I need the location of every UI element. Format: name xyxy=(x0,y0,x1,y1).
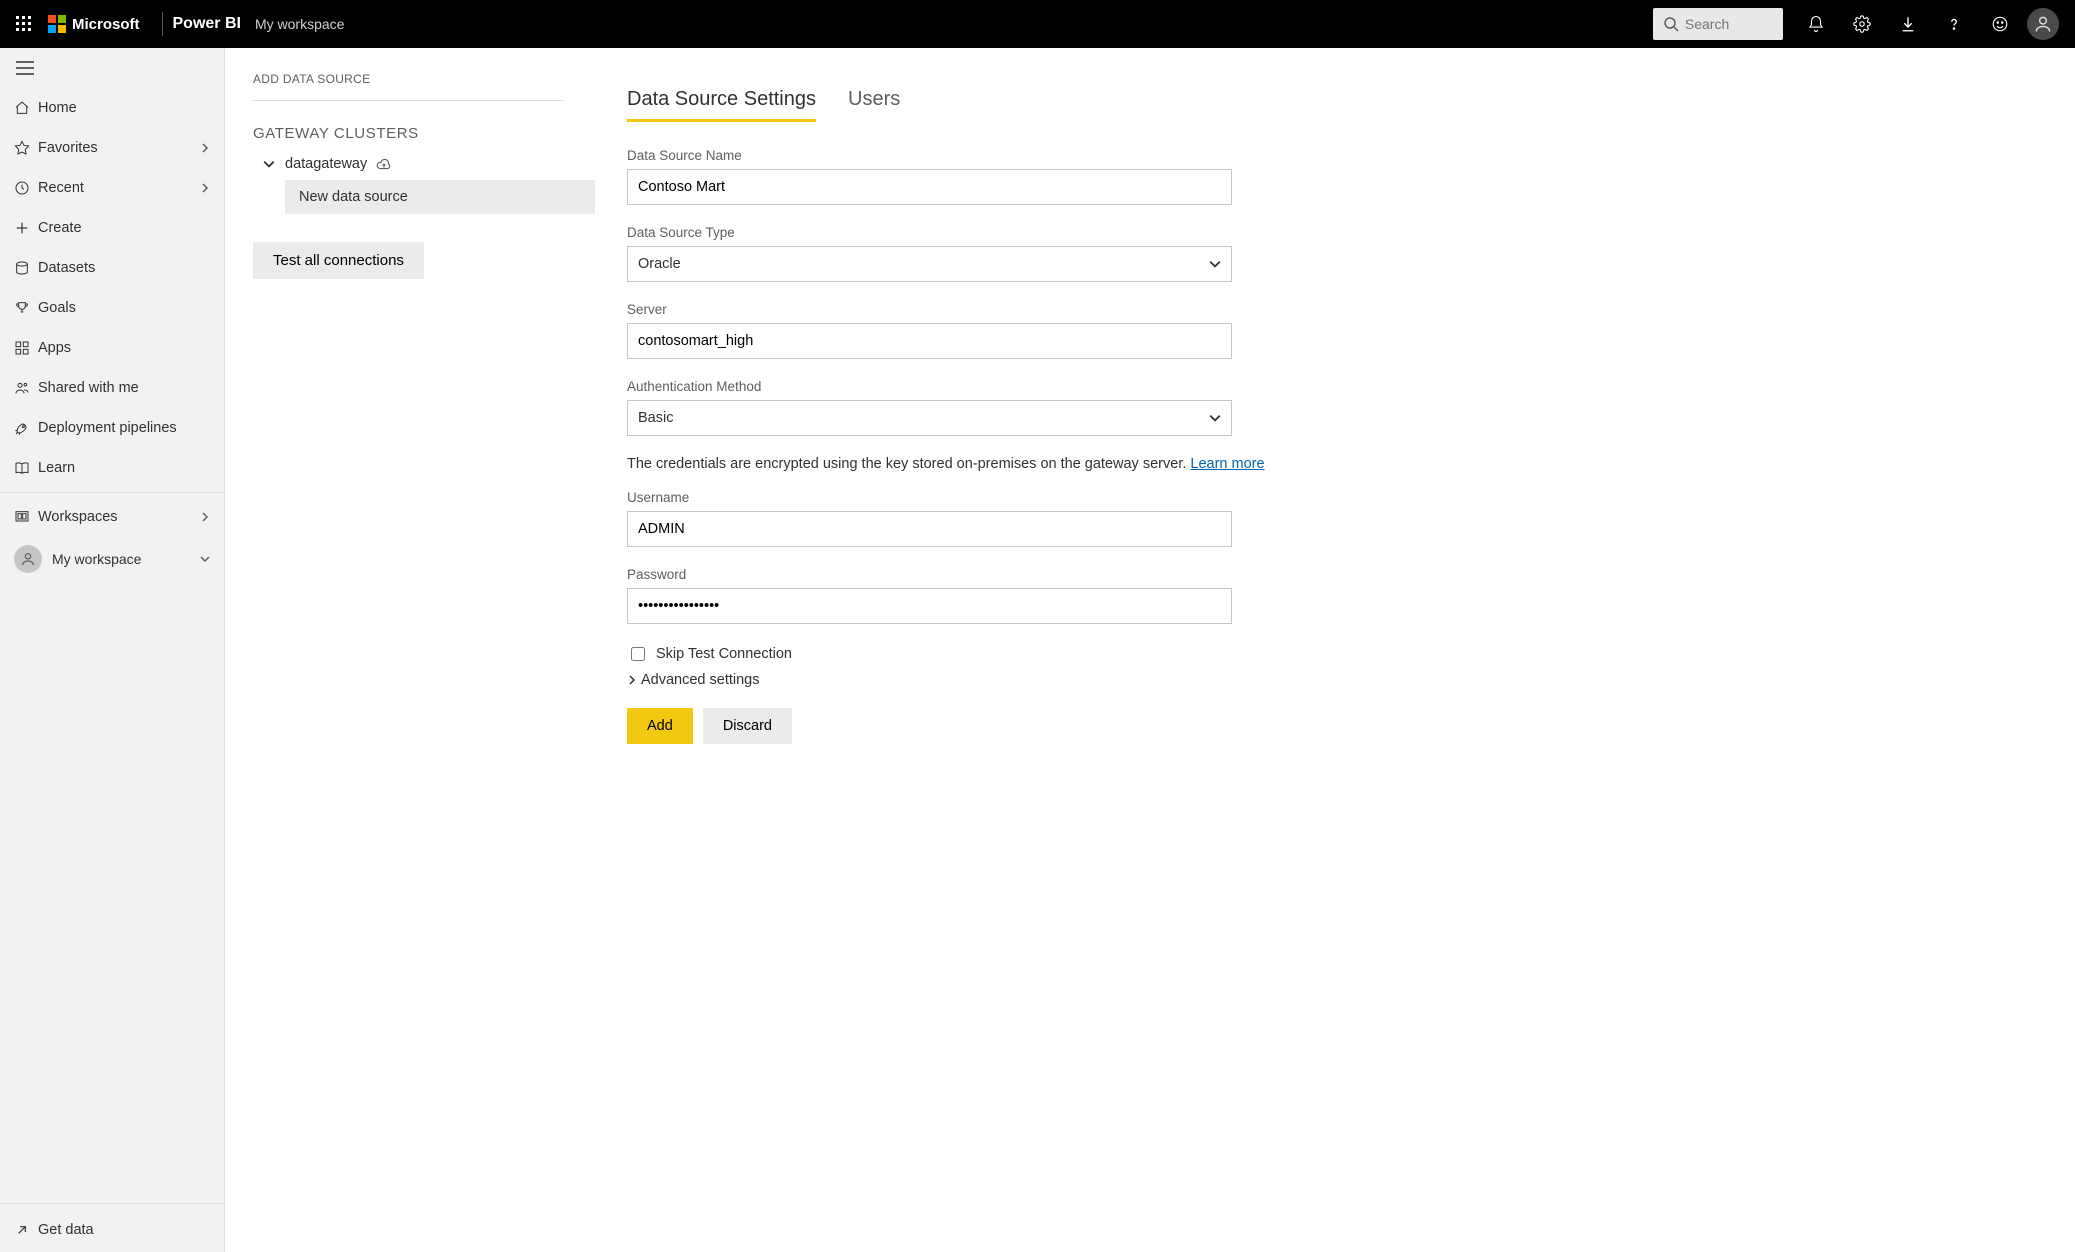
form-panel: Data Source Settings Users Data Source N… xyxy=(597,48,1317,1252)
top-bar: Microsoft Power BI My workspace xyxy=(0,0,2075,48)
person-icon xyxy=(14,545,42,573)
nav-divider xyxy=(0,1203,224,1204)
tab-data-source-settings[interactable]: Data Source Settings xyxy=(627,88,816,122)
auth-method-select[interactable]: Basic xyxy=(627,400,1232,436)
nav-home[interactable]: Home xyxy=(0,88,224,128)
workspace-breadcrumb[interactable]: My workspace xyxy=(255,16,344,32)
shared-icon xyxy=(14,380,38,396)
feedback-icon[interactable] xyxy=(1977,0,2023,48)
new-data-source-item[interactable]: New data source xyxy=(285,180,595,214)
left-nav: Home Favorites Recent Create Datasets Go… xyxy=(0,48,225,1252)
test-all-connections-button[interactable]: Test all connections xyxy=(253,242,424,279)
nav-get-data[interactable]: Get data xyxy=(0,1208,224,1252)
dataset-icon xyxy=(14,260,38,276)
chevron-down-icon xyxy=(263,158,275,170)
search-icon xyxy=(1663,16,1679,32)
rocket-icon xyxy=(14,420,38,436)
gateway-item[interactable]: datagateway xyxy=(253,152,597,180)
account-avatar[interactable] xyxy=(2027,8,2059,40)
search-box[interactable] xyxy=(1653,8,1783,40)
nav-workspaces[interactable]: Workspaces xyxy=(0,497,224,537)
password-input[interactable] xyxy=(627,588,1232,624)
page-breadcrumb: ADD DATA SOURCE xyxy=(253,72,597,86)
credentials-info: The credentials are encrypted using the … xyxy=(627,456,1277,472)
download-icon[interactable] xyxy=(1885,0,1931,48)
username-input[interactable] xyxy=(627,511,1232,547)
chevron-down-icon xyxy=(1209,258,1221,270)
nav-create[interactable]: Create xyxy=(0,208,224,248)
trophy-icon xyxy=(14,300,38,316)
chevron-right-icon xyxy=(200,512,210,522)
header-divider xyxy=(162,12,163,36)
app-launcher-icon[interactable] xyxy=(0,0,48,48)
ds-type-label: Data Source Type xyxy=(627,225,1277,240)
search-input[interactable] xyxy=(1683,15,1763,33)
workspaces-icon xyxy=(14,509,38,525)
chevron-right-icon xyxy=(627,675,637,685)
notifications-icon[interactable] xyxy=(1793,0,1839,48)
nav-pipelines[interactable]: Deployment pipelines xyxy=(0,408,224,448)
brand-label: Microsoft xyxy=(72,16,140,33)
arrow-out-icon xyxy=(14,1222,38,1238)
nav-shared[interactable]: Shared with me xyxy=(0,368,224,408)
ds-name-label: Data Source Name xyxy=(627,148,1277,163)
nav-divider xyxy=(0,492,224,493)
chevron-right-icon xyxy=(200,183,210,193)
password-label: Password xyxy=(627,567,1277,582)
home-icon xyxy=(14,100,38,116)
discard-button[interactable]: Discard xyxy=(703,708,792,744)
server-label: Server xyxy=(627,302,1277,317)
skip-test-checkbox[interactable] xyxy=(631,647,645,661)
settings-icon[interactable] xyxy=(1839,0,1885,48)
nav-learn[interactable]: Learn xyxy=(0,448,224,488)
skip-test-label: Skip Test Connection xyxy=(656,646,792,662)
tabs: Data Source Settings Users xyxy=(627,88,1277,122)
ds-type-select[interactable]: Oracle xyxy=(627,246,1232,282)
apps-icon xyxy=(14,340,38,356)
nav-collapse-button[interactable] xyxy=(0,48,224,88)
star-icon xyxy=(14,140,38,156)
nav-apps[interactable]: Apps xyxy=(0,328,224,368)
gateway-panel: ADD DATA SOURCE GATEWAY CLUSTERS datagat… xyxy=(225,48,597,1252)
help-icon[interactable] xyxy=(1931,0,1977,48)
cloud-icon xyxy=(375,157,393,171)
divider xyxy=(253,100,563,101)
advanced-settings-toggle[interactable]: Advanced settings xyxy=(627,672,1277,688)
book-icon xyxy=(14,460,38,476)
nav-datasets[interactable]: Datasets xyxy=(0,248,224,288)
gateway-section-title: GATEWAY CLUSTERS xyxy=(253,125,597,142)
nav-current-workspace[interactable]: My workspace xyxy=(0,537,224,581)
username-label: Username xyxy=(627,490,1277,505)
auth-method-label: Authentication Method xyxy=(627,379,1277,394)
nav-goals[interactable]: Goals xyxy=(0,288,224,328)
ds-name-input[interactable] xyxy=(627,169,1232,205)
nav-recent[interactable]: Recent xyxy=(0,168,224,208)
nav-favorites[interactable]: Favorites xyxy=(0,128,224,168)
tab-users[interactable]: Users xyxy=(848,88,900,122)
plus-icon xyxy=(14,220,38,236)
clock-icon xyxy=(14,180,38,196)
server-input[interactable] xyxy=(627,323,1232,359)
chevron-right-icon xyxy=(200,143,210,153)
add-button[interactable]: Add xyxy=(627,708,693,744)
chevron-down-icon xyxy=(1209,412,1221,424)
product-label: Power BI xyxy=(173,15,241,33)
microsoft-logo: Microsoft xyxy=(48,15,140,33)
learn-more-link[interactable]: Learn more xyxy=(1190,456,1264,472)
chevron-down-icon xyxy=(200,554,210,564)
